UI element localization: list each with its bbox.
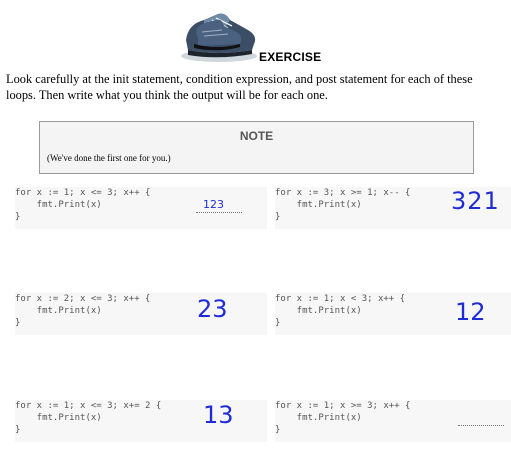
code-line: for x := 1; x <= 3; x+= 2 { xyxy=(15,401,162,411)
note-title: NOTE xyxy=(239,129,274,143)
code-line: fmt.Print(x) xyxy=(275,200,362,210)
code-line: for x := 1; x < 3; x++ { xyxy=(275,294,406,304)
code-line: fmt.Print(x) xyxy=(15,200,102,210)
code-line: for x := 2; x <= 3; x++ { xyxy=(15,294,151,304)
exercise-5-answer: 13 xyxy=(203,401,234,429)
note-box: NOTE (We've done the first one for you.) xyxy=(39,121,474,174)
code-line: } xyxy=(15,425,21,435)
exercise-1-code: for x := 1; x <= 3; x++ { fmt.Print(x) } xyxy=(15,187,267,223)
code-line: for x := 1; x >= 3; x++ { xyxy=(275,401,411,411)
exercise-1-panel: for x := 1; x <= 3; x++ { fmt.Print(x) } xyxy=(15,187,267,229)
running-shoe-icon xyxy=(178,0,260,64)
exercise-6-panel: for x := 1; x >= 3; x++ { fmt.Print(x) } xyxy=(275,400,511,442)
exercise-title: EXERCISE xyxy=(259,50,322,64)
exercise-3-answer: 23 xyxy=(197,295,228,323)
exercise-2-answer: 321 xyxy=(451,187,500,215)
intro-paragraph: Look carefully at the init statement, co… xyxy=(6,72,473,102)
exercise-1-answer: 123 xyxy=(203,198,224,211)
exercise-6-code: for x := 1; x >= 3; x++ { fmt.Print(x) } xyxy=(275,400,511,436)
answer-line xyxy=(458,425,504,426)
code-line: fmt.Print(x) xyxy=(15,306,102,316)
note-text: (We've done the first one for you.) xyxy=(47,153,171,163)
code-line: fmt.Print(x) xyxy=(275,413,362,423)
exercise-3-panel: for x := 2; x <= 3; x++ { fmt.Print(x) } xyxy=(15,293,267,335)
code-line: fmt.Print(x) xyxy=(275,306,362,316)
code-line: } xyxy=(15,318,21,328)
exercise-3-code: for x := 2; x <= 3; x++ { fmt.Print(x) } xyxy=(15,293,267,329)
code-line: } xyxy=(15,212,21,222)
code-line: } xyxy=(275,425,281,435)
code-line: for x := 1; x <= 3; x++ { xyxy=(15,188,151,198)
answer-line xyxy=(196,212,242,213)
code-line: for x := 3; x >= 1; x-- { xyxy=(275,188,411,198)
code-line: fmt.Print(x) xyxy=(15,413,102,423)
code-line: } xyxy=(275,212,281,222)
exercise-4-answer: 12 xyxy=(455,298,486,326)
code-line: } xyxy=(275,318,281,328)
